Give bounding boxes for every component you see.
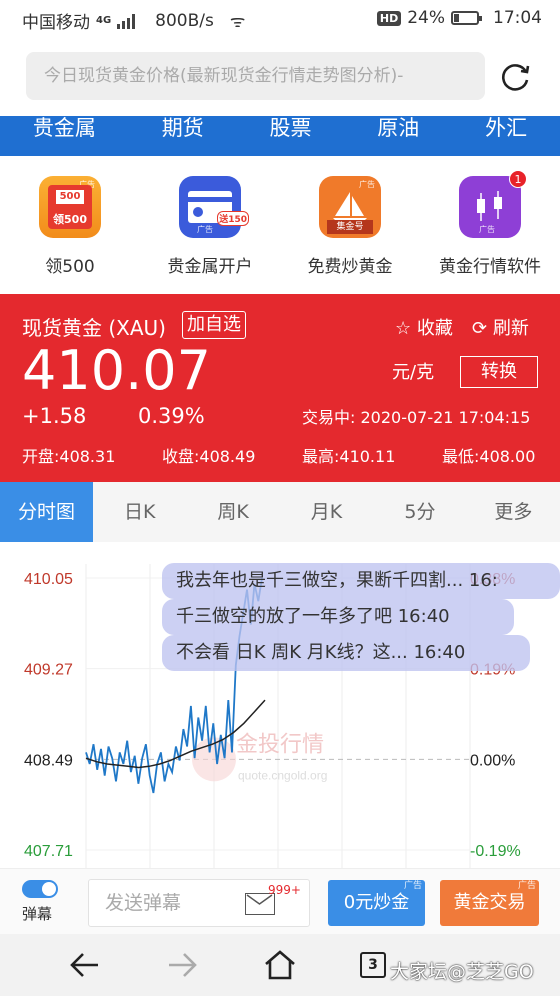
favorite-button[interactable]: ☆ 收藏 <box>395 314 453 340</box>
ad-tag: 广告 <box>517 881 536 891</box>
data-saver-icon: ᯤ <box>229 12 246 32</box>
quote-panel: 现货黄金 (XAU) 加自选 ☆ 收藏 ⟳ 刷新 410.07 元/克 转换 +… <box>0 294 560 482</box>
y-tick-label-left: 409.27 <box>24 662 73 679</box>
convert-button[interactable]: 转换 <box>460 356 538 388</box>
tab-more[interactable]: 更多 <box>467 482 560 542</box>
gift-150-tag: 送150 <box>217 211 249 226</box>
add-watchlist-button[interactable]: 加自选 <box>182 311 246 339</box>
ad-tag: 广告 <box>359 180 375 189</box>
app-open-account[interactable]: 送150 广告 贵金属开户 <box>140 160 280 294</box>
y-tick-label-right: 0.00% <box>470 752 515 769</box>
y-tick-label-left: 410.05 <box>24 571 73 588</box>
address-bar: 今日现货黄金价格(最新现货金行情走势图分析)- <box>0 38 560 116</box>
reload-icon[interactable] <box>499 60 533 94</box>
refresh-button[interactable]: ⟳ 刷新 <box>472 314 529 340</box>
account-card-icon: 送150 广告 <box>179 176 249 238</box>
tabs-count-icon[interactable]: 3 <box>360 952 386 978</box>
back-icon[interactable] <box>68 948 102 982</box>
tab-intraday[interactable]: 分时图 <box>0 482 93 542</box>
y-tick-label-left: 408.49 <box>24 752 73 769</box>
category-nav: 贵金属 期货 股票 原油 外汇 <box>0 116 560 156</box>
danmu-count: 999+ <box>268 883 301 897</box>
danmu-message: 我去年也是千三做空，果断千四割... 16: <box>162 563 560 599</box>
danmu-toggle[interactable] <box>22 880 58 898</box>
prev-close-price: 收盘:408.49 <box>162 447 256 466</box>
app-label: 领500 <box>45 257 95 277</box>
star-icon: ☆ <box>395 318 412 339</box>
hd-icon: HD <box>376 10 402 26</box>
ad-tag: 广告 <box>197 225 213 234</box>
app-label: 黄金行情软件 <box>439 257 541 277</box>
danmu-message: 不会看 日K 周K 月K线？这... 16:40 <box>162 635 530 671</box>
carrier-name: 中国移动 <box>22 13 90 33</box>
app-free-gold[interactable]: 广告 集金号 免费炒黄金 <box>280 160 420 294</box>
danmu-bar: 弹幕 发送弹幕 999+ 广告 0元炒金 广告 黄金交易 <box>0 868 560 934</box>
trade-status-time: 交易中: 2020-07-21 17:04:15 <box>302 408 531 427</box>
gold-trade-button[interactable]: 广告 黄金交易 <box>440 880 539 926</box>
chart-watermark-url: quote.cngold.org <box>238 768 327 782</box>
app-label: 免费炒黄金 <box>307 257 393 277</box>
notification-badge: 1 <box>509 170 527 188</box>
instrument-name: 现货黄金 (XAU) <box>22 316 166 340</box>
app-ad-row: 广告 500 领500 领500 送150 广告 贵金属开户 广告 <box>0 160 560 294</box>
nav-crude-oil[interactable]: 原油 <box>377 112 419 142</box>
nav-stocks[interactable]: 股票 <box>269 112 311 142</box>
forward-icon[interactable] <box>165 948 199 982</box>
favorite-label: 收藏 <box>416 318 453 339</box>
danmu-toggle-label: 弹幕 <box>22 905 53 923</box>
app-get-500[interactable]: 广告 500 领500 领500 <box>0 160 140 294</box>
gold-trade-label: 黄金交易 <box>453 892 526 913</box>
red-envelope-icon: 广告 500 领500 <box>39 176 101 238</box>
url-field[interactable]: 今日现货黄金价格(最新现货金行情走势图分析)- <box>26 52 485 100</box>
envelope-subtext: 领500 <box>53 213 87 226</box>
price-change: +1.58 <box>22 404 87 428</box>
app-quote-software[interactable]: 1 广告 黄金行情软件 <box>420 160 560 294</box>
low-price: 最低:408.00 <box>442 447 536 466</box>
clock: 17:04 <box>493 8 542 28</box>
app-brand: 集金号 <box>327 220 373 234</box>
network-type: 4G <box>96 15 112 26</box>
refresh-label: 刷新 <box>492 318 529 339</box>
envelope-amount: 500 <box>56 190 84 204</box>
tab-5min[interactable]: 5分 <box>373 482 466 542</box>
danmu-message: 千三做空的放了一年多了吧 16:40 <box>162 599 514 635</box>
candlestick-icon: 1 广告 <box>459 170 527 238</box>
battery-percent: 24% <box>407 8 445 28</box>
nav-forex[interactable]: 外汇 <box>485 112 527 142</box>
tab-monthly-k[interactable]: 月K <box>280 482 373 542</box>
status-bar: 中国移动 4G 800B/s ᯤ HD 24% 17:04 <box>0 0 560 38</box>
chart-watermark-text: 金投行情 <box>236 732 324 757</box>
intraday-chart: 410.05409.27408.49407.710.38%0.19%0.00%-… <box>0 542 560 868</box>
ad-tag: 广告 <box>479 225 495 234</box>
current-price: 410.07 <box>22 339 211 402</box>
zero-trade-button[interactable]: 广告 0元炒金 <box>328 880 425 926</box>
y-tick-label-right: -0.19% <box>470 843 521 860</box>
open-price: 开盘:408.31 <box>22 447 116 466</box>
zero-trade-label: 0元炒金 <box>343 892 410 913</box>
refresh-icon: ⟳ <box>472 318 488 339</box>
tab-weekly-k[interactable]: 周K <box>186 482 279 542</box>
nav-futures[interactable]: 期货 <box>162 112 204 142</box>
network-speed: 800B/s <box>155 10 214 31</box>
chart-tabs: 分时图 日K 周K 月K 5分 更多 <box>0 482 560 542</box>
home-icon[interactable] <box>263 948 297 982</box>
app-label: 贵金属开户 <box>167 257 253 277</box>
nav-precious-metals[interactable]: 贵金属 <box>33 112 96 142</box>
sailboat-icon: 广告 集金号 <box>319 176 381 238</box>
image-watermark: 大家坛@芝芝GO <box>390 961 534 983</box>
tab-daily-k[interactable]: 日K <box>93 482 186 542</box>
y-tick-label-left: 407.71 <box>24 843 73 860</box>
signal-icon <box>117 13 136 29</box>
ad-tag: 广告 <box>403 881 422 891</box>
high-price: 最高:410.11 <box>302 447 396 466</box>
battery-icon <box>451 11 482 25</box>
price-change-percent: 0.39% <box>138 404 205 428</box>
price-unit: 元/克 <box>392 362 435 383</box>
